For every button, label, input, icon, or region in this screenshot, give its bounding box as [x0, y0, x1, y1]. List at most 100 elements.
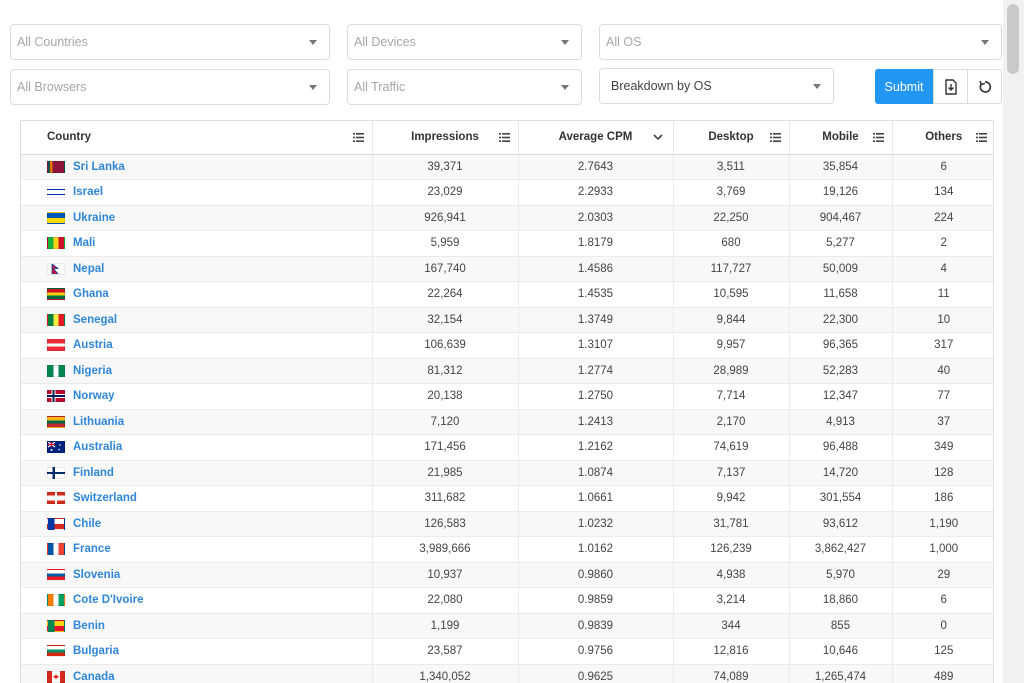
country-link[interactable]: Mali: [73, 237, 95, 249]
country-link[interactable]: Bulgaria: [73, 645, 119, 657]
impressions-cell: 81,312: [372, 358, 519, 384]
chevron-down-icon: [981, 40, 989, 45]
desktop-cell: 10,595: [673, 281, 790, 308]
others-cell: 6: [892, 154, 993, 180]
table-row: Benin 1,199 0.9839 344 855 0: [21, 613, 993, 639]
country-cell: Senegal: [21, 307, 373, 333]
country-cell: Benin: [21, 613, 373, 639]
country-link[interactable]: Slovenia: [73, 569, 120, 581]
flag-bg-icon: [47, 645, 65, 658]
country-cell: Cote D'Ivoire: [21, 587, 373, 614]
others-cell: 10: [892, 307, 993, 333]
submit-button[interactable]: Submit: [875, 69, 933, 104]
mobile-cell: 5,970: [789, 562, 893, 588]
country-link[interactable]: Senegal: [73, 314, 117, 326]
sort-descending-icon[interactable]: [652, 134, 663, 141]
report-table: Country Impressions Average CPM Desktop …: [20, 120, 994, 683]
country-link[interactable]: Finland: [73, 467, 114, 479]
table-row: Chile 126,583 1.0232 31,781 93,612 1,190: [21, 511, 993, 537]
download-button[interactable]: [933, 69, 968, 104]
impressions-cell: 167,740: [372, 256, 519, 282]
page-scrollbar[interactable]: [1003, 0, 1024, 683]
column-menu-icon[interactable]: [976, 133, 987, 142]
breakdown-value: Breakdown by OS: [611, 79, 712, 93]
country-link[interactable]: Switzerland: [73, 492, 137, 504]
others-cell: 1,190: [892, 511, 993, 537]
country-cell: Sri Lanka: [21, 154, 373, 180]
browser-filter-select[interactable]: All Browsers: [10, 69, 330, 105]
traffic-filter-select[interactable]: All Traffic: [347, 69, 582, 105]
country-link[interactable]: Cote D'Ivoire: [73, 594, 143, 606]
scrollbar-thumb[interactable]: [1007, 4, 1019, 74]
desktop-cell: 28,989: [673, 358, 790, 384]
column-header-others[interactable]: Others: [892, 121, 993, 155]
country-link[interactable]: Austria: [73, 339, 113, 351]
flag-np-icon: [47, 262, 65, 275]
table-row: Sri Lanka 39,371 2.7643 3,511 35,854 6: [21, 154, 993, 180]
flag-si-icon: [47, 568, 65, 581]
country-filter-select[interactable]: All Countries: [10, 24, 330, 60]
desktop-cell: 7,137: [673, 460, 790, 486]
country-link[interactable]: Australia: [73, 441, 122, 453]
table-row: Lithuania 7,120 1.2413 2,170 4,913 37: [21, 409, 993, 435]
others-cell: 11: [892, 281, 993, 308]
os-filter-select[interactable]: All OS: [599, 24, 1002, 60]
table-body: Sri Lanka 39,371 2.7643 3,511 35,854 6 Israel 2…: [21, 154, 993, 683]
country-link[interactable]: Canada: [73, 671, 115, 683]
impressions-cell: 39,371: [372, 154, 519, 180]
flag-au-icon: [47, 441, 65, 454]
others-cell: 489: [892, 664, 993, 683]
column-header-country[interactable]: Country: [21, 121, 373, 155]
column-header-impressions[interactable]: Impressions: [372, 121, 519, 155]
mobile-cell: 5,277: [789, 230, 893, 257]
others-cell: 186: [892, 485, 993, 512]
mobile-cell: 22,300: [789, 307, 893, 333]
flag-ca-icon: [47, 670, 65, 683]
cpm-cell: 1.2774: [518, 358, 674, 384]
cpm-cell: 1.0162: [518, 536, 674, 563]
country-link[interactable]: Lithuania: [73, 416, 124, 428]
country-link[interactable]: Ukraine: [73, 212, 115, 224]
mobile-cell: 1,265,474: [789, 664, 893, 683]
country-link[interactable]: Benin: [73, 620, 105, 632]
chevron-down-icon: [561, 40, 569, 45]
column-header-average-cpm[interactable]: Average CPM: [518, 121, 674, 155]
column-header-desktop[interactable]: Desktop: [673, 121, 790, 155]
column-menu-icon[interactable]: [769, 133, 781, 142]
desktop-cell: 9,957: [673, 332, 790, 359]
table-row: Slovenia 10,937 0.9860 4,938 5,970 29: [21, 562, 993, 588]
desktop-cell: 126,239: [673, 536, 790, 563]
column-header-mobile[interactable]: Mobile: [789, 121, 893, 155]
column-menu-icon[interactable]: [498, 133, 510, 142]
breakdown-select[interactable]: Breakdown by OS: [599, 68, 834, 104]
country-cell: Ukraine: [21, 205, 373, 231]
flag-ua-icon: [47, 211, 65, 224]
desktop-cell: 4,938: [673, 562, 790, 588]
country-link[interactable]: France: [73, 543, 111, 555]
country-link[interactable]: Sri Lanka: [73, 161, 125, 173]
country-link[interactable]: Nigeria: [73, 365, 112, 377]
mobile-cell: 35,854: [789, 154, 893, 180]
country-link[interactable]: Israel: [73, 186, 103, 198]
cpm-cell: 0.9859: [518, 587, 674, 614]
reset-button[interactable]: [967, 69, 1002, 104]
flag-fi-icon: [47, 466, 65, 479]
country-link[interactable]: Chile: [73, 518, 101, 530]
cpm-cell: 0.9839: [518, 613, 674, 639]
impressions-cell: 1,340,052: [372, 664, 519, 683]
table-row: Austria 106,639 1.3107 9,957 96,365 317: [21, 332, 993, 359]
country-link[interactable]: Nepal: [73, 263, 104, 275]
table-row: Australia 171,456 1.2162 74,619 96,488 349: [21, 434, 993, 461]
column-menu-icon[interactable]: [872, 133, 884, 142]
impressions-cell: 311,682: [372, 485, 519, 512]
flag-no-icon: [47, 390, 65, 403]
country-link[interactable]: Ghana: [73, 288, 109, 300]
table-row: Ukraine 926,941 2.0303 22,250 904,467 224: [21, 205, 993, 231]
desktop-cell: 344: [673, 613, 790, 639]
impressions-cell: 106,639: [372, 332, 519, 359]
chevron-down-icon: [309, 85, 317, 90]
table-row: Cote D'Ivoire 22,080 0.9859 3,214 18,860 6: [21, 587, 993, 614]
device-filter-select[interactable]: All Devices: [347, 24, 582, 60]
column-menu-icon[interactable]: [352, 133, 364, 142]
country-link[interactable]: Norway: [73, 390, 115, 402]
